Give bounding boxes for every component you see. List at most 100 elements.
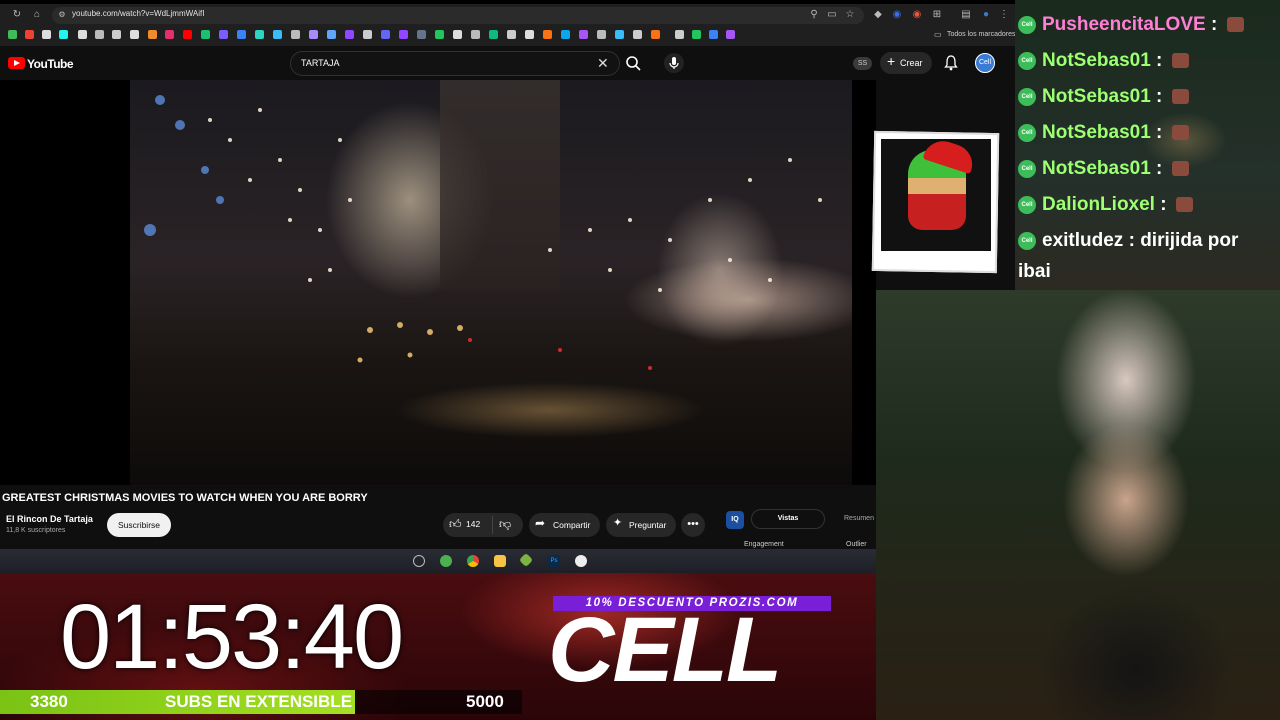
dislike-icon[interactable]: 👎︎	[499, 517, 511, 532]
chat-message: Cell exitludez : dirijida por	[1018, 230, 1238, 252]
extension-icon[interactable]: ◆	[872, 9, 884, 21]
chat-badge-icon: Cell	[1018, 123, 1036, 142]
extension-icon[interactable]: ◉	[911, 9, 923, 21]
plus-icon: +	[887, 53, 896, 69]
bookmark-icon[interactable]	[8, 30, 17, 39]
chat-username[interactable]: exitludez	[1042, 230, 1123, 251]
chat-username[interactable]: NotSebas01	[1042, 50, 1151, 71]
tab-resumen[interactable]: Resumen	[844, 515, 874, 522]
bookmark-icon[interactable]	[255, 30, 264, 39]
youtube-logo-text[interactable]: YouTube	[27, 57, 74, 71]
chat-username[interactable]: DalionLioxel	[1042, 194, 1155, 215]
bookmark-icon[interactable]	[345, 30, 354, 39]
bookmark-icon[interactable]	[399, 30, 408, 39]
chat-username[interactable]: PusheencitaLOVE	[1042, 14, 1206, 35]
bookmark-icon[interactable]	[615, 30, 624, 39]
cast-icon[interactable]: ▭	[826, 9, 838, 21]
puzzle-icon[interactable]: ⊞	[931, 9, 943, 21]
bookmark-icon[interactable]	[453, 30, 462, 39]
chat-badge-icon: Cell	[1018, 195, 1036, 214]
bookmark-icon[interactable]	[219, 30, 228, 39]
search-icon[interactable]	[620, 51, 648, 76]
account-avatar[interactable]: Cell	[975, 53, 995, 73]
photoshop-icon[interactable]: Ps	[548, 555, 560, 567]
bookmark-icon[interactable]	[381, 30, 390, 39]
like-icon[interactable]: 👍︎	[449, 517, 462, 532]
chrome-icon[interactable]	[467, 555, 479, 567]
site-info-icon[interactable]: ⚙	[56, 9, 68, 21]
chat-text: dirijida por	[1140, 230, 1239, 251]
extension-icon[interactable]: ▤	[960, 9, 972, 21]
bookmark-icon[interactable]	[709, 30, 718, 39]
bookmark-icon[interactable]	[78, 30, 87, 39]
bookmark-icon[interactable]	[525, 30, 534, 39]
bookmark-icon[interactable]	[183, 30, 192, 39]
taskbar-app-icon[interactable]	[575, 555, 587, 567]
bookmark-icon[interactable]	[435, 30, 444, 39]
chat-username[interactable]: NotSebas01	[1042, 122, 1151, 143]
bookmark-icon[interactable]	[273, 30, 282, 39]
bookmark-icon[interactable]	[309, 30, 318, 39]
bookmark-icon[interactable]	[675, 30, 684, 39]
bell-icon[interactable]	[944, 55, 958, 71]
bookmark-icon[interactable]	[59, 30, 68, 39]
bookmark-icon[interactable]	[633, 30, 642, 39]
bookmark-icon[interactable]	[148, 30, 157, 39]
bookmark-icon[interactable]	[112, 30, 121, 39]
bookmark-icon[interactable]	[237, 30, 246, 39]
bookmark-icon[interactable]	[165, 30, 174, 39]
reload-icon[interactable]: ↻	[11, 9, 23, 21]
like-count[interactable]: 142	[466, 519, 480, 529]
bookmark-icon[interactable]	[291, 30, 300, 39]
taskbar-app-icon[interactable]	[413, 555, 425, 567]
search-input[interactable]: TARTAJA	[301, 58, 340, 68]
bookmark-icon[interactable]	[95, 30, 104, 39]
mic-icon	[669, 57, 679, 69]
channel-name[interactable]: El Rincon De Tartaja	[6, 514, 93, 524]
bookmark-icon[interactable]	[471, 30, 480, 39]
home-icon[interactable]: ⌂	[31, 9, 43, 21]
chat-separator: :	[1205, 14, 1223, 35]
taskbar-app-icon[interactable]	[440, 555, 452, 567]
bookmark-icon[interactable]	[507, 30, 516, 39]
bookmark-icon[interactable]	[363, 30, 372, 39]
star-icon[interactable]: ☆	[844, 9, 856, 21]
more-actions-button[interactable]: •••	[681, 513, 705, 537]
bookmark-icon[interactable]	[692, 30, 701, 39]
bookmark-icon[interactable]	[489, 30, 498, 39]
extension-icon[interactable]: ◉	[891, 9, 903, 21]
bookmark-icon[interactable]	[651, 30, 660, 39]
menu-icon[interactable]: ⋮	[998, 9, 1010, 21]
all-bookmarks-link[interactable]: Todos los marcadores	[947, 31, 1015, 38]
bookmark-icon[interactable]	[130, 30, 139, 39]
clear-search-icon[interactable]: ✕	[597, 55, 609, 72]
iq-badge[interactable]: IQ	[726, 511, 744, 529]
bookmark-icon[interactable]	[543, 30, 552, 39]
mic-button[interactable]	[664, 53, 684, 73]
subscribe-button[interactable]: Suscribirse	[107, 513, 171, 537]
video-title: GREATEST CHRISTMAS MOVIES TO WATCH WHEN …	[2, 492, 368, 504]
chat-separator: :	[1150, 86, 1168, 107]
chat-username[interactable]: NotSebas01	[1042, 158, 1151, 179]
url-text[interactable]: youtube.com/watch?v=WdLjmmWAifI	[72, 9, 204, 18]
bookmark-icon[interactable]	[561, 30, 570, 39]
bookmark-icon[interactable]	[726, 30, 735, 39]
bookmark-icon[interactable]	[597, 30, 606, 39]
profile-icon[interactable]: ●	[980, 9, 992, 21]
chat-message: Cell NotSebas01 :	[1018, 86, 1189, 108]
bookmark-icon[interactable]	[42, 30, 51, 39]
bookmark-icon[interactable]	[25, 30, 34, 39]
christmas-lights-decoration	[144, 95, 822, 370]
bookmark-icon[interactable]	[327, 30, 336, 39]
bookmark-icon[interactable]	[201, 30, 210, 39]
bookmark-icon[interactable]	[579, 30, 588, 39]
chat-username[interactable]: NotSebas01	[1042, 86, 1151, 107]
folder-icon[interactable]	[494, 555, 506, 567]
ss-badge[interactable]: SS	[853, 57, 872, 70]
chat-separator: :	[1150, 158, 1168, 179]
tab-vistas[interactable]: Vistas	[751, 509, 825, 529]
chat-badge-icon: Cell	[1018, 15, 1036, 34]
bookmark-icon[interactable]	[417, 30, 426, 39]
chat-separator: :	[1150, 122, 1168, 143]
zoom-icon[interactable]: ⚲	[808, 9, 820, 21]
